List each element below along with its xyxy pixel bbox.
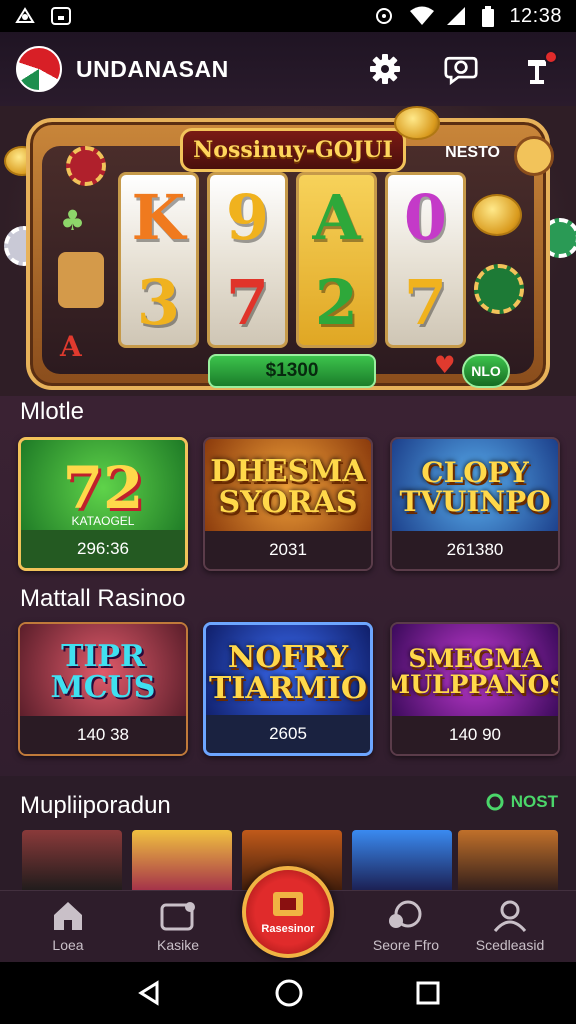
nav-item-wallet[interactable]: Kasike [128,899,228,953]
card-value: 296:36 [21,530,185,568]
card-value: 2031 [205,531,371,569]
game-card[interactable]: NOFRY TIARMIO 2605 [203,622,373,756]
game-card[interactable]: 72 KATAOGEL 296:36 [18,437,188,571]
camera-icon [14,6,36,26]
wifi-icon [409,6,435,26]
game-card[interactable]: CLOPY TVUINPO 261380 [390,437,560,571]
app-screen: 12:38 UNDANASAN Nossinuy-GOJUI NESTO ♣ A… [0,0,576,1024]
signal-icon [445,6,467,26]
section-title: Mattall Rasinoo [20,585,186,612]
battery-icon [481,6,495,27]
see-more-link[interactable]: NOST [485,792,558,812]
nav-item-chat[interactable]: Seore Ffro [356,899,456,953]
reel-symbol: 3 [136,265,181,339]
character-icon [58,252,104,308]
reel-symbol: 7 [225,265,270,339]
reels: K 3 9 7 A 2 0 7 [118,172,466,348]
heart-icon: ♥ [434,350,456,379]
chat-button[interactable] [444,52,478,86]
reel-symbol: 0 [403,180,448,254]
reel: 0 7 [385,172,466,348]
system-navigation [0,962,576,1024]
nav-label: Rasesinor [261,923,315,935]
reel-symbol: 9 [225,180,270,254]
status-bar: 12:38 [0,0,576,32]
nav-item-profile[interactable]: Scedleasid [460,899,560,953]
bonus-icon [514,136,554,176]
settings-button[interactable] [368,52,402,86]
coin-icon [394,106,440,140]
corner-label: NESTO [445,144,500,161]
home-icon[interactable] [274,978,304,1008]
chat-icon [444,56,478,86]
nav-label: Seore Ffro [372,937,440,953]
recents-icon[interactable] [415,980,441,1006]
credit-button[interactable]: $1300 [208,354,376,388]
reel: 9 7 [207,172,288,348]
reel-symbol: K [131,180,186,254]
gear-icon [370,54,400,84]
reel-symbol: A [312,180,361,254]
reel-symbol: 7 [403,265,448,339]
card-art: TIPR MCUS [20,624,186,720]
clock: 12:38 [509,4,562,27]
section-title: Mlotle [20,398,85,425]
notification-badge [544,50,558,64]
player-thumbnail[interactable] [22,830,122,894]
card-value: 140 38 [20,716,186,754]
sync-icon [373,6,395,26]
chip-icon [474,264,524,314]
refresh-icon [486,793,504,811]
reel: K 3 [118,172,199,348]
card-ace-icon: A [60,330,82,363]
hero-banner[interactable]: Nossinuy-GOJUI NESTO ♣ A ♥ K 3 9 7 A 2 0… [0,106,576,396]
reel-symbol: 2 [314,265,359,339]
app-title: UNDANASAN [76,55,229,82]
card-subtitle: KATAOGEL [71,514,135,528]
game-card[interactable]: TIPR MCUS 140 38 [18,622,188,756]
notification-icon [50,6,72,26]
card-art: NOFRY TIARMIO [206,625,370,721]
back-icon[interactable] [135,979,163,1007]
player-thumbnail[interactable] [458,830,558,894]
nav-label: Loea [52,937,84,953]
reel: A 2 [296,172,377,348]
leaf-icon: ♣ [60,204,86,237]
player-thumbnail[interactable] [352,830,452,894]
coin-icon [472,194,522,236]
wallet-icon [160,902,195,931]
app-logo[interactable] [16,46,62,92]
profile-icon [493,900,527,932]
card-art: CLOPY TVUINPO [392,439,558,535]
casino-icon [273,892,303,916]
see-more-label: NOST [510,792,558,811]
chat-icon [389,900,422,928]
machine-marquee: Nossinuy-GOJUI [180,128,406,172]
home-icon [54,902,82,930]
card-value: 2605 [206,715,370,753]
spin-button[interactable]: NLO [462,354,510,388]
trophy-button[interactable] [520,50,558,86]
chip-icon [66,146,106,186]
game-card[interactable]: DHESMA SYORAS 2031 [203,437,373,571]
nav-item-home[interactable]: Loea [18,899,118,953]
nav-label: Kasike [156,937,200,953]
game-card[interactable]: SMEGMA MULPPANOS 140 90 [390,622,560,756]
card-value: 140 90 [392,716,558,754]
player-thumbnail[interactable] [132,830,232,894]
card-art: SMEGMA MULPPANOS [392,624,558,720]
nav-item-casino[interactable]: Rasesinor [242,866,334,958]
section-title: Mupliiporadun [20,792,171,819]
card-value: 261380 [392,531,558,569]
card-art: DHESMA SYORAS [205,439,371,535]
nav-label: Scedleasid [475,937,545,953]
app-header: UNDANASAN [0,32,576,106]
slot-machine: Nossinuy-GOJUI NESTO ♣ A ♥ K 3 9 7 A 2 0… [26,106,554,390]
